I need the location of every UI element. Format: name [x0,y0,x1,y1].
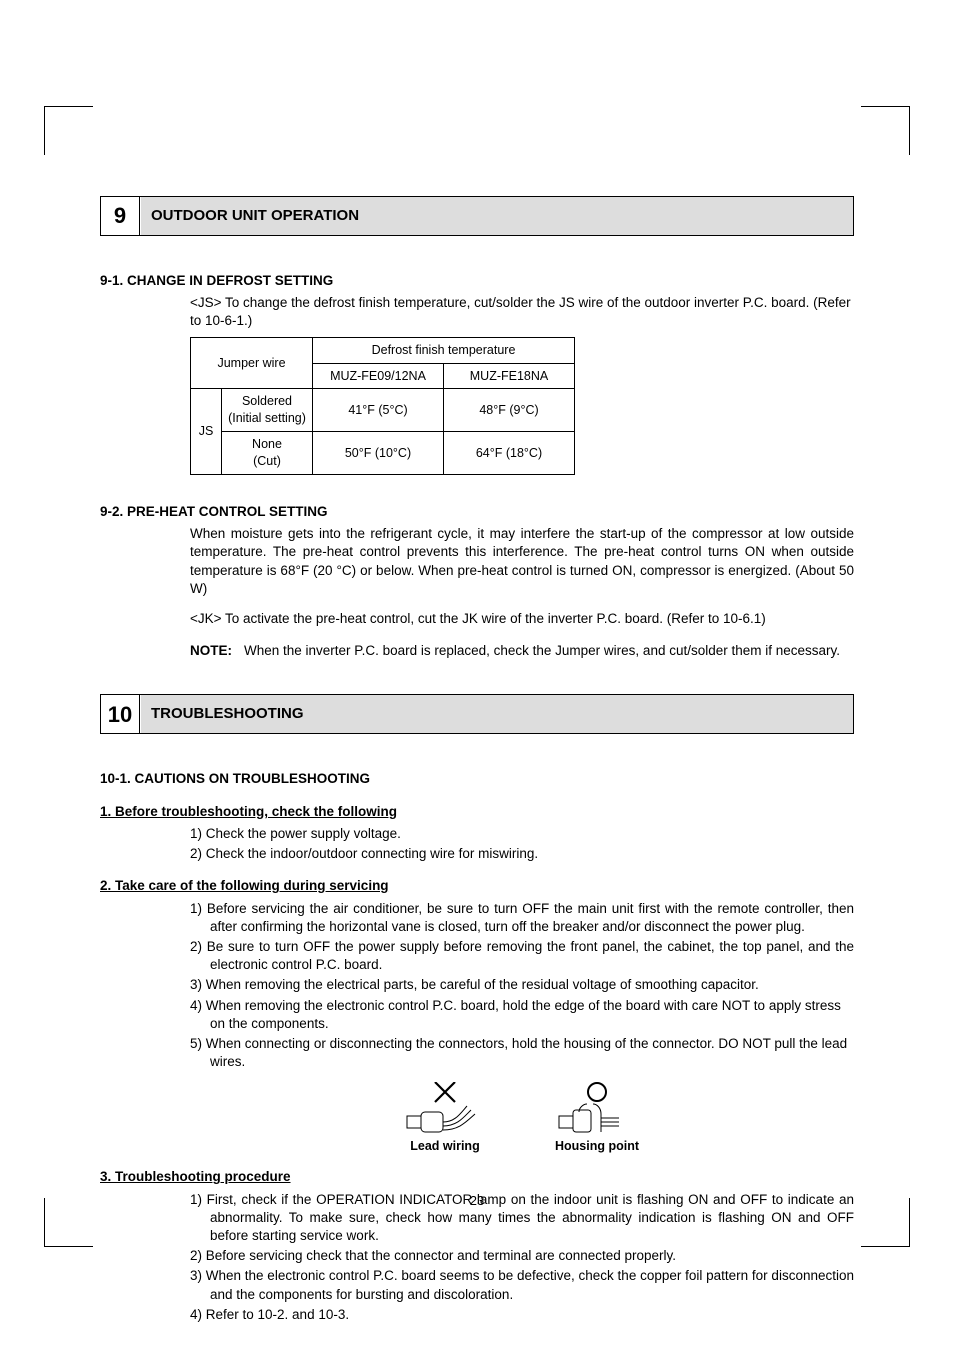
section-number: 10 [101,695,140,733]
cross-icon [405,1082,485,1134]
crop-mark [44,106,93,155]
section-header-10: 10 TROUBLESHOOTING [100,694,854,734]
th-model-a: MUZ-FE09/12NA [313,363,444,389]
crop-mark [861,106,910,155]
circle-icon [557,1082,637,1134]
figure-good: Housing point [555,1082,639,1155]
th-model-b: MUZ-FE18NA [444,363,575,389]
list-item: 2) Check the indoor/outdoor connecting w… [190,845,854,863]
list-item: 3) When the electronic control P.C. boar… [190,1267,854,1303]
th-jumper: Jumper wire [191,337,313,389]
figure-caption: Lead wiring [405,1138,485,1155]
td-r2c: 64°F (18°C) [444,432,575,475]
section-number: 9 [101,197,140,235]
figure-caption: Housing point [555,1138,639,1155]
list-item: 4) When removing the electronic control … [190,997,854,1033]
subheading-preheat: 9-2. PRE-HEAT CONTROL SETTING [100,503,854,521]
subheading-cautions: 10-1. CAUTIONS ON TROUBLESHOOTING [100,770,854,788]
heading-before: 1. Before troubleshooting, check the fol… [100,803,854,821]
list-item: 3) When removing the electrical parts, b… [190,976,854,994]
note-label: NOTE: [190,642,244,660]
preheat-paragraph: When moisture gets into the refrigerant … [190,525,854,598]
td-r2b: 50°F (10°C) [313,432,444,475]
subheading-defrost: 9-1. CHANGE IN DEFROST SETTING [100,272,854,290]
page-number: 23 [0,1192,954,1210]
note-text: When the inverter P.C. board is replaced… [244,642,854,660]
list-item: 1) Before servicing the air conditioner,… [190,900,854,936]
td-r1b: 41°F (5°C) [313,389,444,432]
section-title: TROUBLESHOOTING [140,695,853,733]
list-item: 2) Before servicing check that the conne… [190,1247,854,1265]
list-item: 4) Refer to 10-2. and 10-3. [190,1306,854,1324]
heading-procedure: 3. Troubleshooting procedure [100,1168,854,1186]
heading-caution: 2. Take care of the following during ser… [100,877,854,895]
section-title: OUTDOOR UNIT OPERATION [140,197,853,235]
td-none: None (Cut) [222,432,313,475]
jk-line: <JK> To activate the pre-heat control, c… [190,610,854,628]
td-r1c: 48°F (9°C) [444,389,575,432]
section-header-9: 9 OUTDOOR UNIT OPERATION [100,196,854,236]
th-defrost: Defrost finish temperature [313,337,575,363]
note-row: NOTE: When the inverter P.C. board is re… [190,642,854,660]
list-item: 5) When connecting or disconnecting the … [190,1035,854,1071]
figure-bad: Lead wiring [405,1082,485,1155]
defrost-intro: <JS> To change the defrost finish temper… [190,294,854,330]
td-soldered: Soldered (Initial setting) [222,389,313,432]
list-item: 1) Check the power supply voltage. [190,825,854,843]
td-js: JS [191,389,222,475]
figure-row: Lead wiring Housing point [190,1082,854,1155]
list-item: 2) Be sure to turn OFF the power supply … [190,938,854,974]
defrost-table: Jumper wire Defrost finish temperature M… [190,337,575,475]
